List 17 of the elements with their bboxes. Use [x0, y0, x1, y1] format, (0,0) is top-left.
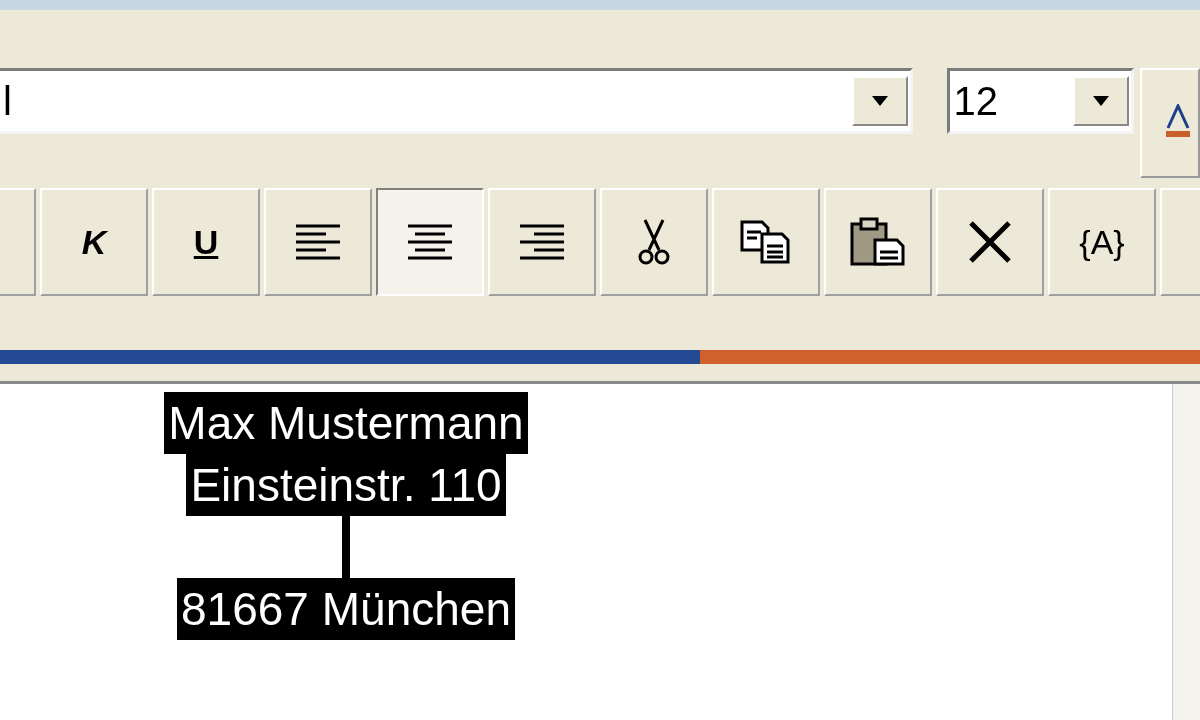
caret-icon: [1091, 95, 1112, 107]
font-color-button[interactable]: [1140, 68, 1200, 178]
close-icon: [967, 219, 1013, 265]
toolbar-button[interactable]: {A}: [1048, 188, 1156, 296]
align-left-icon: [294, 222, 342, 262]
toolbar-button[interactable]: K: [40, 188, 148, 296]
clipboard-icon: [849, 216, 907, 268]
font-color-icon: [1166, 104, 1191, 138]
align-center-icon: [406, 222, 454, 262]
align-right-icon: [518, 222, 566, 262]
scissors-icon: [637, 218, 671, 266]
toolbar-button[interactable]: U: [152, 188, 260, 296]
copy-icon: [740, 220, 792, 264]
toolbar-button[interactable]: [376, 188, 484, 296]
font-dropdown[interactable]: l: [0, 68, 913, 134]
caret-icon: [869, 95, 890, 107]
font-size-dropdown[interactable]: 12: [946, 68, 1135, 134]
